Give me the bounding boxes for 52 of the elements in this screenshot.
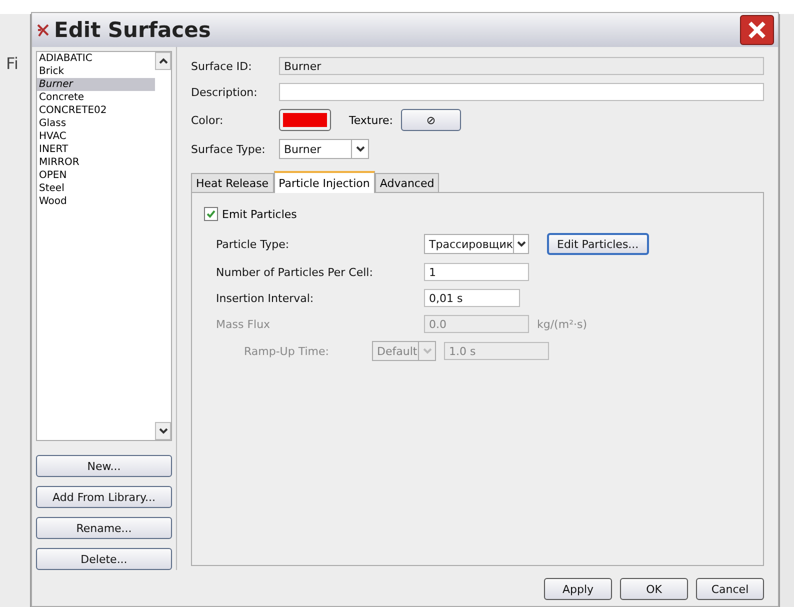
field-label: Mass Flux [216, 318, 272, 330]
surface-id-field[interactable]: Burner [279, 57, 764, 75]
dialog-button[interactable]: Cancel [696, 578, 764, 600]
list-item[interactable]: INERT [37, 143, 155, 156]
list-item[interactable]: ADIABATIC [37, 52, 155, 65]
list-item[interactable]: CONCRETE02 [37, 104, 155, 117]
app-icon [36, 23, 50, 37]
surface-type-dropdown[interactable]: Burner [279, 139, 369, 159]
list-item[interactable]: Steel [37, 182, 155, 195]
list-item[interactable]: Concrete [37, 91, 155, 104]
field-label: Color: [191, 114, 224, 126]
tab[interactable]: Heat Release [191, 173, 274, 192]
list-item[interactable]: Burner [37, 78, 155, 91]
field-label: Insertion Interval: [216, 292, 315, 304]
tab[interactable]: Advanced [374, 173, 440, 192]
input-field[interactable]: 1 [424, 263, 529, 281]
menu-text: Fi [5, 54, 18, 73]
dialog-button[interactable]: OK [620, 578, 688, 600]
checkmark-icon [206, 209, 216, 219]
field-label: Ramp-Up Time: [244, 344, 330, 358]
close-button[interactable] [740, 15, 774, 45]
field-label: Texture: [349, 114, 393, 126]
field-label: Surface ID: [191, 60, 253, 72]
list-item[interactable]: MIRROR [37, 156, 155, 169]
field-label: Particle Type: [216, 238, 290, 250]
description-field[interactable] [279, 83, 764, 101]
list-item[interactable]: Brick [37, 65, 155, 78]
checkbox-label: Emit Particles [222, 208, 297, 220]
field-label: Number of Particles Per Cell: [216, 266, 374, 278]
texture-button[interactable]: ⊘ [400, 109, 461, 131]
scroll-up-button[interactable] [155, 52, 171, 70]
close-icon [747, 20, 767, 40]
dialog-button[interactable]: Apply [544, 578, 612, 600]
list-item[interactable]: Glass [37, 117, 155, 130]
list-button[interactable]: Rename... [36, 517, 172, 539]
checkbox[interactable] [204, 207, 218, 221]
list-item[interactable]: Wood [37, 195, 155, 208]
field-label: Surface Type: [191, 142, 266, 156]
field-label: Description: [191, 86, 258, 98]
list-button[interactable]: Add From Library... [36, 486, 172, 508]
unit-label: kg/(m²·s) [537, 318, 587, 330]
edit-particles-button[interactable]: Edit Particles... [547, 233, 649, 255]
list-button[interactable]: Delete... [36, 548, 172, 570]
input-field[interactable]: 0,01 s [424, 289, 520, 307]
tab[interactable]: Particle Injection [274, 171, 375, 193]
list-item[interactable]: OPEN [37, 169, 155, 182]
list-button[interactable]: New... [36, 455, 172, 477]
particle-type-dropdown[interactable]: Трассировщик [424, 234, 529, 254]
scroll-down-button[interactable] [155, 422, 171, 440]
list-item[interactable]: HVAC [37, 130, 155, 143]
window-title: Edit Surfaces [36, 18, 211, 42]
color-button[interactable] [279, 109, 331, 131]
